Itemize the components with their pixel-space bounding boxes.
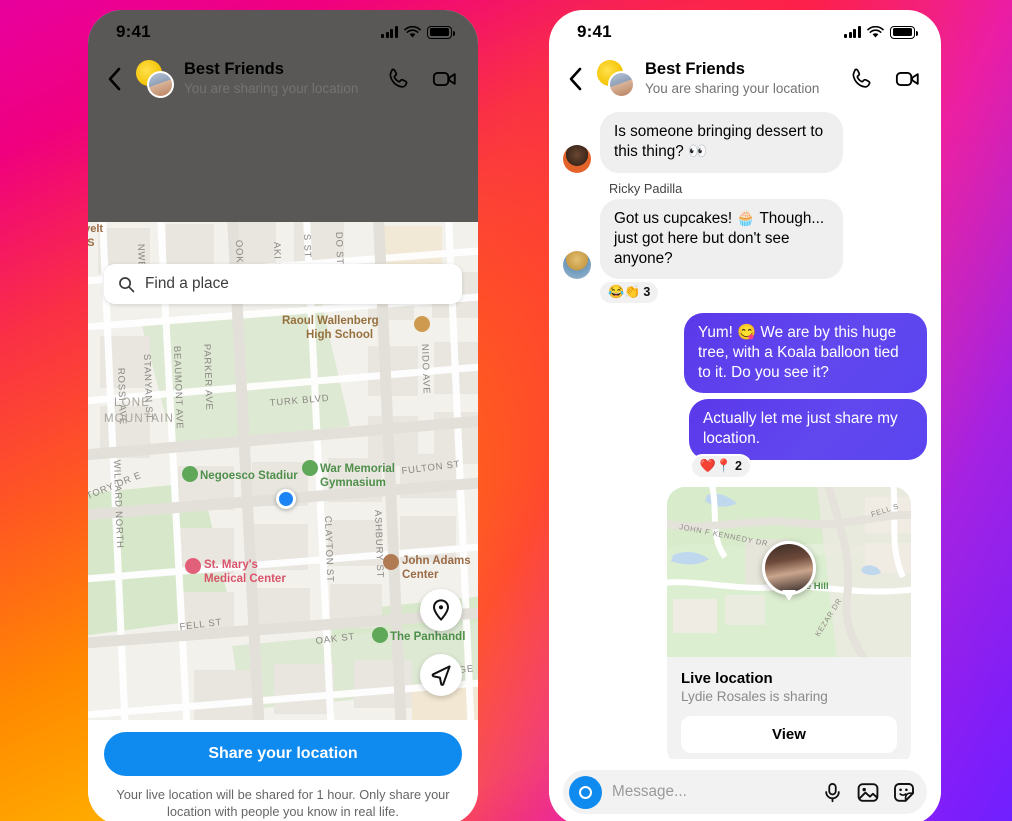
svg-text:Raoul Wallenberg: Raoul Wallenberg bbox=[282, 315, 379, 327]
reaction-emojis: 😂👏 bbox=[608, 284, 641, 300]
right-phone-screen: 9:41 Best Friends You are sharing your l… bbox=[549, 10, 941, 821]
status-time: 9:41 bbox=[577, 22, 612, 41]
chat-header-right: Best Friends You are sharing your locati… bbox=[549, 54, 941, 108]
svg-text:The Panhandl: The Panhandl bbox=[390, 631, 465, 643]
reaction-count: 3 bbox=[643, 285, 651, 300]
signal-bars-icon bbox=[381, 26, 398, 38]
wifi-icon bbox=[404, 25, 421, 38]
live-location-subtitle: Lydie Rosales is sharing bbox=[681, 688, 828, 704]
photo-gallery-icon[interactable] bbox=[857, 782, 879, 803]
avatar-front bbox=[608, 71, 635, 99]
svg-text:St. Mary's: St. Mary's bbox=[204, 559, 258, 571]
sticker-icon[interactable] bbox=[893, 782, 915, 803]
svg-text:PARKER AVE: PARKER AVE bbox=[201, 344, 214, 411]
svg-text:War Memorial: War Memorial bbox=[320, 463, 395, 475]
svg-text:STANYAN ST: STANYAN ST bbox=[141, 354, 154, 421]
battery-icon bbox=[890, 25, 918, 39]
live-location-title: Live location bbox=[681, 669, 773, 687]
svg-text:CLAYTON ST: CLAYTON ST bbox=[322, 516, 335, 583]
svg-text:Center: Center bbox=[402, 569, 439, 581]
svg-text:Gymnasium: Gymnasium bbox=[320, 477, 386, 489]
location-card-map[interactable]: JOHN F KENNEDY DR FELL S KEZAR DR ippie … bbox=[667, 486, 911, 657]
signal-bars-icon bbox=[844, 26, 861, 38]
avatar bbox=[563, 144, 591, 173]
share-location-button[interactable]: Share your location bbox=[104, 732, 462, 776]
map-view[interactable]: NWEAL OOK ST AKI ST S ST DO ST NIDO AVE … bbox=[88, 222, 478, 720]
status-time: 9:41 bbox=[116, 22, 151, 41]
phone-call-icon[interactable] bbox=[386, 66, 412, 92]
svg-text:e S: e S bbox=[88, 237, 95, 249]
map-pin-icon[interactable] bbox=[420, 589, 462, 631]
video-camera-icon[interactable] bbox=[895, 66, 921, 92]
svg-text:S ST: S ST bbox=[301, 234, 313, 259]
search-input[interactable]: Find a place bbox=[104, 264, 462, 304]
avatar bbox=[563, 251, 591, 280]
svg-text:John Adams: John Adams bbox=[402, 555, 471, 567]
live-location-card[interactable]: JOHN F KENNEDY DR FELL S KEZAR DR ippie … bbox=[667, 486, 911, 767]
share-location-note: Your live location will be shared for 1 … bbox=[116, 787, 450, 820]
message-row: Actually let me just share my location. bbox=[563, 399, 927, 460]
status-bar-right: 9:41 bbox=[549, 10, 941, 54]
svg-text:MOUNTAIN: MOUNTAIN bbox=[104, 413, 174, 425]
share-location-panel: Share your location Your live location w… bbox=[88, 720, 478, 821]
group-avatar[interactable] bbox=[597, 60, 635, 99]
message-input-bar: Message... bbox=[549, 759, 941, 821]
message-bubble[interactable]: Is someone bringing dessert to this thin… bbox=[600, 112, 843, 173]
phone-call-icon[interactable] bbox=[849, 66, 875, 92]
blue-location-dot bbox=[276, 489, 296, 509]
navigate-arrow-icon[interactable] bbox=[420, 654, 462, 696]
svg-text:DO ST: DO ST bbox=[333, 232, 345, 265]
wifi-icon bbox=[867, 25, 884, 38]
back-chevron-icon[interactable] bbox=[104, 66, 126, 92]
message-row: Is someone bringing dessert to this thin… bbox=[563, 112, 927, 173]
conversation-title: Best Friends bbox=[184, 60, 284, 78]
message-input[interactable]: Message... bbox=[612, 783, 812, 801]
search-placeholder: Find a place bbox=[145, 275, 229, 292]
microphone-icon[interactable] bbox=[822, 782, 843, 803]
reaction-badge[interactable]: 😂👏 3 bbox=[600, 281, 659, 303]
message-row: Yum! 😋 We are by this huge tree, with a … bbox=[563, 312, 927, 394]
conversation-subtitle: You are sharing your location bbox=[184, 80, 359, 96]
svg-text:Medical Center: Medical Center bbox=[204, 573, 286, 585]
left-phone-screen: 9:41 Best Friends You are sharing your l… bbox=[88, 10, 478, 821]
reaction-count: 2 bbox=[735, 459, 742, 474]
video-camera-icon[interactable] bbox=[432, 66, 458, 92]
camera-icon[interactable] bbox=[569, 775, 602, 809]
group-avatar[interactable] bbox=[136, 60, 174, 99]
message-bubble[interactable]: Yum! 😋 We are by this huge tree, with a … bbox=[684, 312, 927, 394]
message-row: Got us cupcakes! 🧁 Though... just got he… bbox=[563, 198, 927, 280]
message-input-pill[interactable]: Message... bbox=[563, 770, 927, 814]
avatar-front bbox=[147, 71, 174, 99]
conversation-subtitle: You are sharing your location bbox=[645, 80, 820, 96]
message-list-right: Is someone bringing dessert to this thin… bbox=[549, 108, 941, 767]
status-bar-left: 9:41 bbox=[88, 10, 478, 54]
chat-header-left: Best Friends You are sharing your locati… bbox=[88, 54, 478, 108]
svg-text:LONE: LONE bbox=[114, 397, 150, 409]
reaction-emojis: ❤️📍 bbox=[699, 458, 733, 474]
conversation-title: Best Friends bbox=[645, 60, 745, 78]
view-location-button[interactable]: View bbox=[681, 715, 897, 753]
sender-name: Ricky Padilla bbox=[609, 180, 683, 196]
back-chevron-icon[interactable] bbox=[565, 66, 587, 92]
svg-text:NIDO AVE: NIDO AVE bbox=[419, 344, 432, 395]
svg-text:High School: High School bbox=[306, 329, 373, 341]
search-icon bbox=[119, 276, 135, 292]
message-bubble[interactable]: Actually let me just share my location. bbox=[689, 399, 927, 460]
reaction-badge[interactable]: ❤️📍 2 bbox=[691, 455, 750, 477]
message-bubble[interactable]: Got us cupcakes! 🧁 Though... just got he… bbox=[600, 198, 843, 280]
svg-text:Negoesco Stadiur: Negoesco Stadiur bbox=[200, 470, 298, 482]
svg-text:evelt: evelt bbox=[88, 223, 103, 235]
avatar-lydie-map bbox=[762, 541, 816, 596]
battery-icon bbox=[427, 25, 455, 39]
